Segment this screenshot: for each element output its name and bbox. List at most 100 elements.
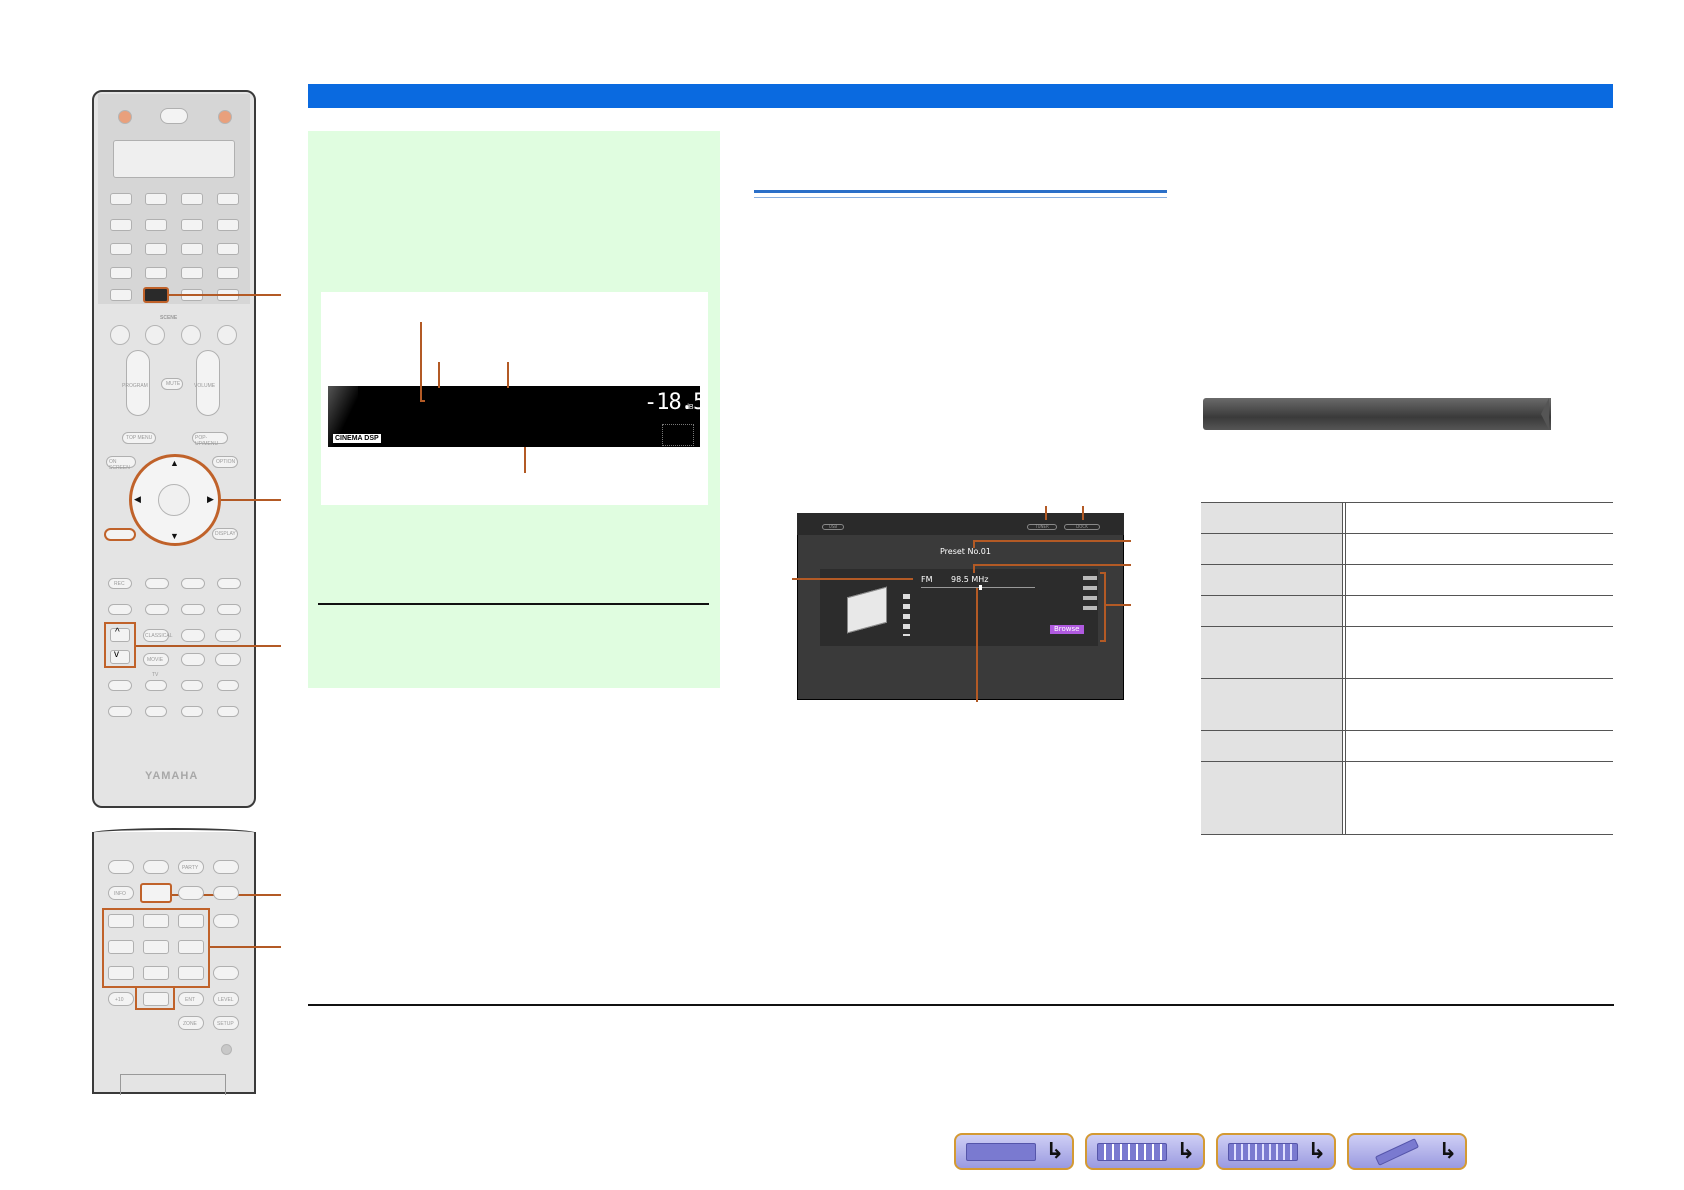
mute-label: MUTE (166, 381, 181, 387)
annotation-line (420, 322, 422, 402)
battery-cover (120, 1074, 226, 1095)
front-panel-icon (966, 1143, 1036, 1161)
annotation-line (1045, 506, 1047, 520)
number-key (143, 966, 169, 980)
callout-line (221, 499, 281, 501)
callout-line (1106, 604, 1131, 606)
jump-arrow-icon: ↳ (1045, 1139, 1064, 1164)
preset-up-button (110, 628, 130, 642)
display-button: DISPLAY (212, 528, 238, 540)
volume-readout: -18.5 (644, 390, 706, 415)
standby-icon (218, 110, 232, 124)
level-button: LEVEL (213, 992, 239, 1006)
chevron-up-icon: ^ (115, 627, 120, 638)
input-button (181, 243, 203, 255)
tv-input-button (108, 680, 132, 691)
callout-line (210, 946, 281, 948)
input-button (110, 193, 132, 205)
callout-line (136, 645, 281, 647)
section-heading-rule (754, 190, 1167, 193)
party-label: PARTY (182, 865, 199, 871)
number-key (108, 914, 134, 928)
display-icon (1228, 1143, 1298, 1161)
ent-button: ENT (178, 992, 204, 1006)
down-arrow-icon: ▼ (170, 531, 179, 541)
section-header-bar (308, 84, 1613, 108)
input-button (110, 267, 132, 279)
volume-unit: dB (685, 404, 694, 411)
input-button (181, 219, 203, 231)
input-button (110, 289, 132, 301)
input-button (110, 243, 132, 255)
table-rule (1201, 761, 1613, 762)
osd-band: FM (921, 575, 933, 584)
osd-menu-icons (903, 594, 910, 636)
lower-button (213, 860, 239, 874)
callout-line (169, 294, 281, 296)
left-arrow-icon: ◀ (134, 494, 141, 504)
skip-fwd-button (145, 604, 169, 615)
remote-icon (1374, 1138, 1420, 1166)
input-button (145, 267, 167, 279)
osd-usb-chip: USB (822, 524, 844, 530)
level-label: LEVEL (218, 997, 234, 1003)
mode-button: MOVIE (143, 653, 169, 666)
option-button: OPTION (212, 456, 238, 468)
osd-side-icons (1083, 576, 1097, 616)
front-panel-nav-button[interactable]: ↳ (954, 1133, 1074, 1170)
up-arrow-icon: ▲ (170, 458, 179, 468)
annotation-end (420, 400, 425, 402)
jump-arrow-icon: ↳ (1438, 1139, 1457, 1164)
table-divider (1342, 502, 1343, 835)
tv-button (108, 706, 132, 717)
osd-dock-chip: DOCK (1064, 524, 1100, 530)
highlighted-input-button (143, 287, 169, 303)
osd-preset-number: Preset No.01 (940, 547, 991, 556)
preset-down-button (110, 650, 130, 664)
pause-button (181, 578, 205, 589)
plus10-label: +10 (115, 997, 124, 1003)
osd-tuning-marker (979, 585, 982, 590)
callout-line (792, 578, 913, 580)
table-rule (1201, 730, 1613, 731)
rear-panel-icon (1097, 1143, 1167, 1161)
mode-button (181, 653, 205, 666)
table-rule (1201, 564, 1613, 565)
display-nav-button[interactable]: ↳ (1216, 1133, 1336, 1170)
lower-button: PARTY (178, 860, 204, 874)
rec-button: REC (108, 578, 132, 589)
enter-button (158, 484, 190, 516)
remote-nav-button[interactable]: ↳ (1347, 1133, 1467, 1170)
annotation-line (507, 362, 509, 388)
tab-header-notch (1541, 398, 1549, 430)
mode-button (181, 629, 205, 642)
plus10-button: +10 (108, 992, 134, 1006)
display-label: DISPLAY (215, 531, 236, 537)
lower-button: INFO (108, 886, 134, 900)
number-key (178, 966, 204, 980)
mute-button: MUTE (161, 378, 183, 390)
input-button (217, 267, 239, 279)
top-menu-label: TOP MENU (126, 435, 153, 441)
jump-arrow-icon: ↳ (1176, 1139, 1195, 1164)
jump-arrow-icon: ↳ (1307, 1139, 1326, 1164)
input-button (217, 243, 239, 255)
option-label: OPTION (216, 459, 236, 465)
remote-lcd (113, 140, 235, 178)
rear-panel-nav-button[interactable]: ↳ (1085, 1133, 1205, 1170)
on-screen-button: ON SCREEN (106, 456, 136, 471)
popup-menu-button: POP-UP/MENU (192, 432, 228, 447)
tv-button (217, 680, 239, 691)
number-key (143, 914, 169, 928)
sleep-button (213, 966, 239, 980)
annotation-line (976, 588, 978, 702)
annotation-line (973, 540, 975, 548)
program-label: PROGRAM (122, 383, 148, 389)
table-rule (1201, 533, 1613, 534)
input-button (181, 267, 203, 279)
mode-button: CLASSICAL (143, 629, 173, 642)
scene-button (217, 325, 237, 345)
mode-label: CLASSICAL (145, 633, 173, 639)
lower-button (108, 860, 134, 874)
scene-button (110, 325, 130, 345)
